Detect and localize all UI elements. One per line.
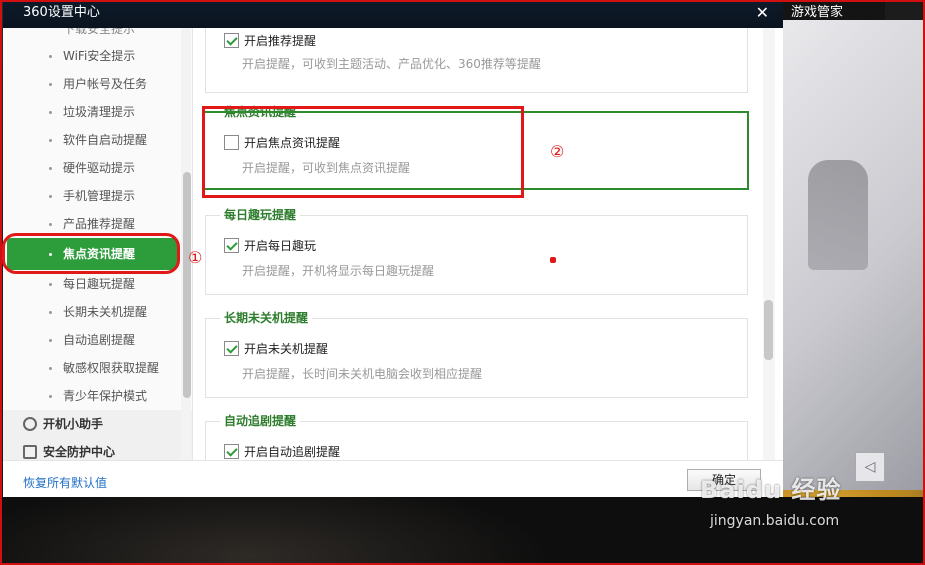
bullet-icon [49,111,52,114]
collapse-arrow-button[interactable]: ◁ [855,452,885,482]
section-recommend: 开启推荐提醒 开启提醒，可收到主题活动、产品优化、360推荐等提醒 [205,28,748,93]
sidebar-item-autostart[interactable]: 软件自启动提醒 [3,126,192,154]
sidebar-item-auto-drama[interactable]: 自动追剧提醒 [3,326,192,354]
section-no-shutdown: 长期未关机提醒 开启未关机提醒 开启提醒，长时间未关机电脑会收到相应提醒 [205,311,748,398]
sidebar-item-label: 下载安全提示 [63,28,136,36]
background-figure [808,160,868,270]
checkbox-label: 开启自动追剧提醒 [244,444,341,459]
annotation-marker-2: ② [550,142,565,161]
sidebar-item-label: 长期未关机提醒 [63,305,148,319]
sidebar-item-permissions[interactable]: 敏感权限获取提醒 [3,354,192,382]
checkbox[interactable] [224,32,239,48]
restore-defaults-link[interactable]: 恢复所有默认值 [23,474,107,491]
dialog-footer: 恢复所有默认值 确定 [3,460,783,497]
sidebar-item-focus-news[interactable]: 焦点资讯提醒 [7,238,177,270]
checkbox-label: 开启未关机提醒 [244,341,329,356]
content-scrollbar-track[interactable] [763,28,775,460]
background-edge [885,0,925,20]
bullet-icon [49,367,52,370]
sidebar-item-no-shutdown[interactable]: 长期未关机提醒 [3,298,192,326]
checkbox[interactable] [224,340,239,356]
sidebar-scrollbar-thumb[interactable] [183,172,191,398]
ok-button[interactable]: 确定 [687,469,761,491]
sidebar-item-label: 青少年保护模式 [63,389,148,403]
checkbox[interactable] [224,443,239,459]
bullet-icon [49,253,52,256]
sidebar: 下载安全提示 WiFi安全提示 用户帐号及任务 垃圾清理提示 软件自启动提醒 硬… [3,28,193,460]
annotation-dot [550,257,556,263]
bullet-icon [49,395,52,398]
checkbox-row[interactable]: 开启未关机提醒 [224,339,328,357]
bullet-icon [49,83,52,86]
sidebar-item-phone[interactable]: 手机管理提示 [3,182,192,210]
section-title: 自动追剧提醒 [220,414,301,428]
sidebar-category-label: 安全防护中心 [43,445,116,459]
sidebar-item-youth-mode[interactable]: 青少年保护模式 [3,382,192,410]
sidebar-item-label: 手机管理提示 [63,189,136,203]
sidebar-item-label: 敏感权限获取提醒 [63,361,160,375]
sidebar-category-security-center[interactable]: 安全防护中心 [3,438,192,460]
bullet-icon [49,195,52,198]
sidebar-item-label: 软件自启动提醒 [63,133,148,147]
sidebar-item-label: 硬件驱动提示 [63,161,136,175]
sidebar-item-label: 用户帐号及任务 [63,77,148,91]
bullet-icon [49,311,52,314]
settings-content: 开启推荐提醒 开启提醒，可收到主题活动、产品优化、360推荐等提醒 焦点资讯提醒… [195,28,765,460]
checkbox-label: 开启每日趣玩 [244,238,317,253]
sidebar-item-account[interactable]: 用户帐号及任务 [3,70,192,98]
shield-grid-icon [23,445,37,459]
section-focus-news: 焦点资讯提醒 开启焦点资讯提醒 开启提醒，可收到焦点资讯提醒 [205,105,748,190]
bullet-icon [49,283,52,286]
sidebar-category-label: 开机小助手 [43,417,104,431]
window-title: 360设置中心 [23,5,100,20]
annotation-marker-1: ① [188,248,203,267]
sidebar-category-boot-assistant[interactable]: 开机小助手 [3,410,192,438]
section-title: 每日趣玩提醒 [220,208,301,222]
background-app-title: 游戏管家 [783,0,885,20]
sidebar-item-label: 垃圾清理提示 [63,105,136,119]
bullet-icon [49,139,52,142]
checkbox-row[interactable]: 开启每日趣玩 [224,236,316,254]
checkbox-label: 开启焦点资讯提醒 [244,135,341,150]
content-scrollbar-thumb[interactable] [764,300,773,360]
sidebar-item-recommend[interactable]: 产品推荐提醒 [3,210,192,238]
section-daily-fun: 每日趣玩提醒 开启每日趣玩 开启提醒，开机将显示每日趣玩提醒 [205,208,748,295]
sidebar-item-label: 自动追剧提醒 [63,333,136,347]
background-window-right [783,20,925,490]
sidebar-item-label: 焦点资讯提醒 [63,247,136,261]
sidebar-item-wifi[interactable]: WiFi安全提示 [3,42,192,70]
bullet-icon [49,167,52,170]
checkbox[interactable] [224,237,239,253]
checkbox-label: 开启推荐提醒 [244,33,317,48]
checkbox-row[interactable]: 开启推荐提醒 [224,31,316,49]
desktop-bottom-area [0,497,925,565]
section-description: 开启提醒，开机将显示每日趣玩提醒 [242,264,435,278]
clock-icon [23,417,37,431]
sidebar-item-partial[interactable]: 下载安全提示 [3,28,192,42]
bullet-icon [49,223,52,226]
title-bar: 360设置中心 ✕ [3,0,783,28]
bullet-icon [49,55,52,58]
section-title: 长期未关机提醒 [220,311,313,325]
sidebar-item-cleanup[interactable]: 垃圾清理提示 [3,98,192,126]
sidebar-item-label: 产品推荐提醒 [63,217,136,231]
sidebar-item-driver[interactable]: 硬件驱动提示 [3,154,192,182]
section-title: 焦点资讯提醒 [220,105,301,119]
checkbox[interactable] [224,134,239,150]
sidebar-item-daily-fun[interactable]: 每日趣玩提醒 [3,270,192,298]
sidebar-item-label: 每日趣玩提醒 [63,277,136,291]
close-button[interactable]: ✕ [756,0,769,26]
checkbox-row[interactable]: 开启自动追剧提醒 [224,442,340,460]
checkbox-row[interactable]: 开启焦点资讯提醒 [224,133,340,151]
section-auto-drama: 自动追剧提醒 开启自动追剧提醒 [205,414,748,460]
bullet-icon [49,339,52,342]
settings-dialog: 360设置中心 ✕ 下载安全提示 WiFi安全提示 用户帐号及任务 垃圾清理提示… [3,0,783,497]
section-description: 开启提醒，可收到主题活动、产品优化、360推荐等提醒 [242,57,541,71]
section-description: 开启提醒，可收到焦点资讯提醒 [242,161,411,175]
sidebar-item-label: WiFi安全提示 [63,49,136,63]
section-description: 开启提醒，长时间未关机电脑会收到相应提醒 [242,367,483,381]
